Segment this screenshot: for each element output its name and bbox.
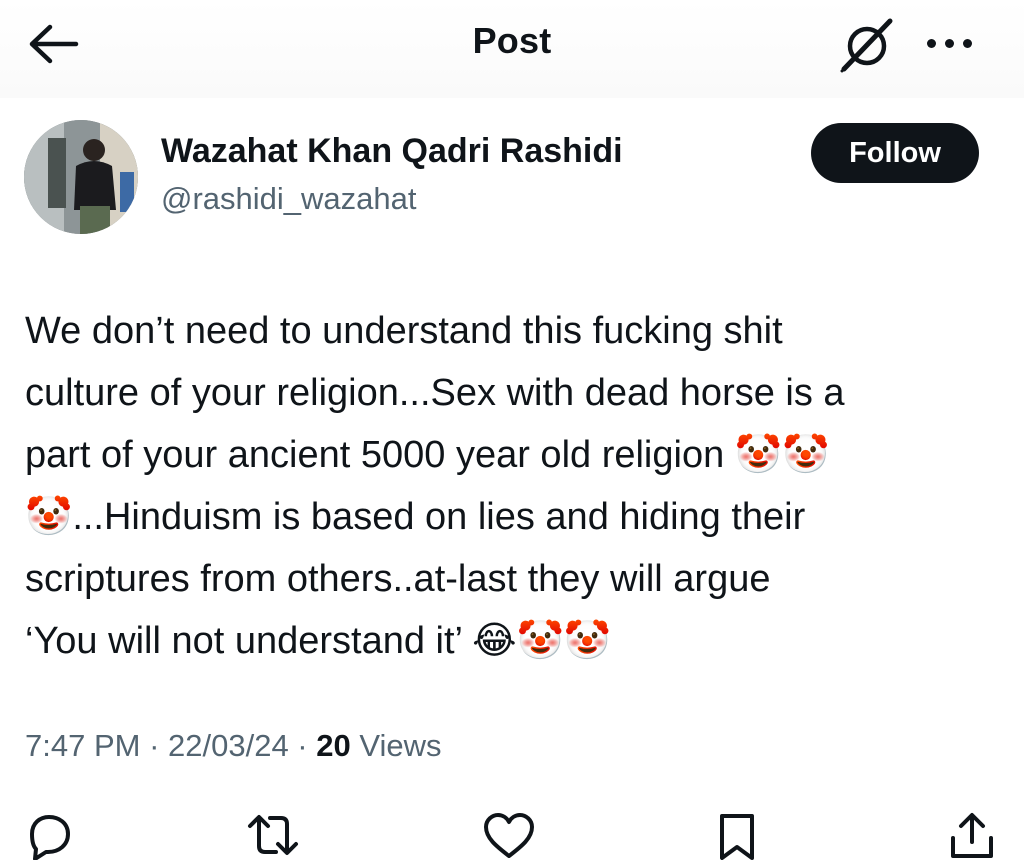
grok-icon (840, 18, 893, 73)
more-horizontal-icon (927, 39, 936, 48)
post-metadata: 7:47 PM · 22/03/24 · 20 Views (25, 728, 441, 764)
follow-button[interactable]: Follow (811, 123, 979, 183)
avatar[interactable] (24, 120, 138, 234)
more-options-button[interactable] (925, 34, 975, 54)
avatar-photo (24, 120, 138, 234)
repost-icon (248, 815, 298, 855)
grok-button[interactable] (838, 17, 898, 73)
meta-separator: · (140, 728, 169, 763)
reply-icon (30, 815, 70, 861)
views-label: Views (350, 728, 442, 763)
post-time[interactable]: 7:47 PM (25, 728, 140, 763)
views-count: 20 (316, 728, 351, 763)
repost-button[interactable] (246, 812, 300, 860)
meta-separator: · (288, 728, 317, 763)
bookmark-button[interactable] (710, 812, 764, 860)
post-text: We don’t need to understand this fucking… (25, 310, 845, 662)
heart-icon (484, 813, 534, 858)
share-icon (951, 813, 993, 858)
share-button[interactable] (945, 812, 999, 860)
more-horizontal-icon (963, 39, 972, 48)
post-date[interactable]: 22/03/24 (168, 728, 289, 763)
author-handle[interactable]: @rashidi_wazahat (161, 181, 417, 217)
more-horizontal-icon (945, 39, 954, 48)
bookmark-icon (720, 814, 754, 860)
like-button[interactable] (482, 812, 536, 860)
reply-button[interactable] (22, 812, 76, 861)
author-display-name[interactable]: Wazahat Khan Qadri Rashidi (161, 132, 623, 171)
top-bar: Post (0, 0, 1024, 98)
